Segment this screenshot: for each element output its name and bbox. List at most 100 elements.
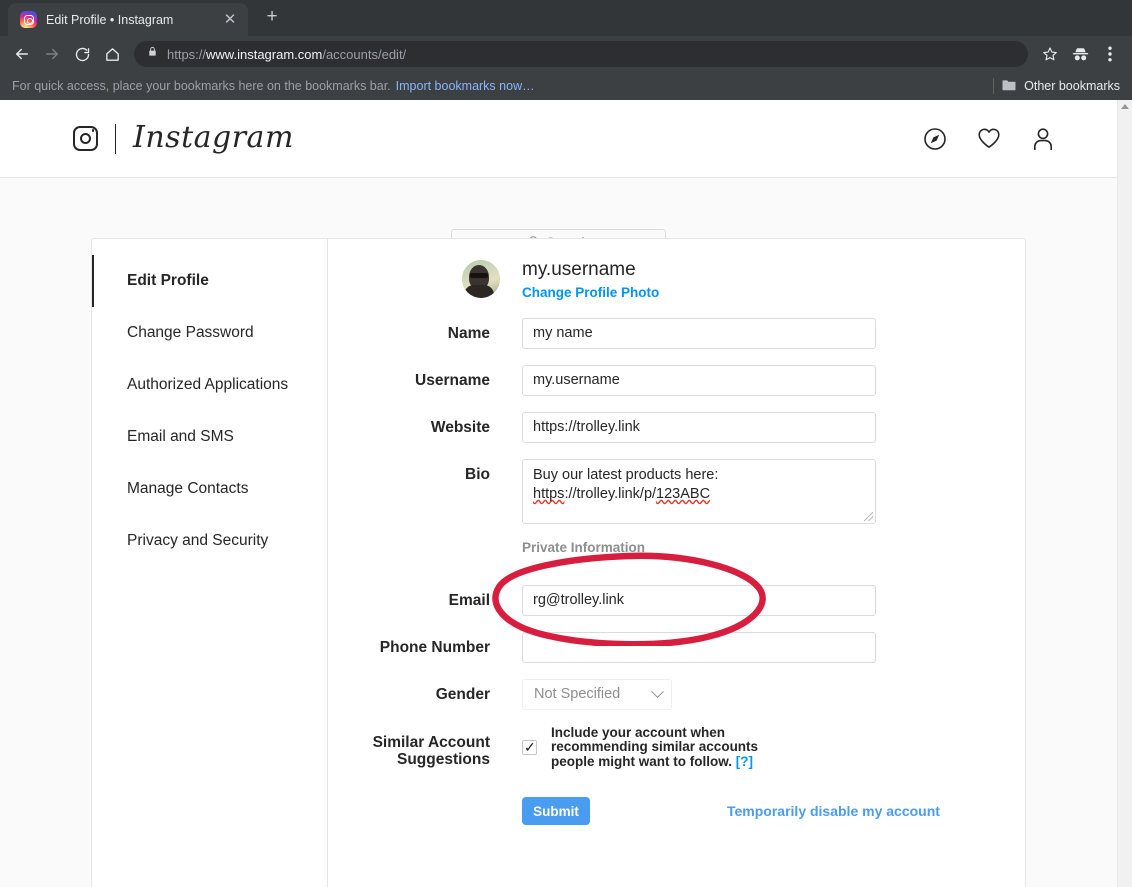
tab-title: Edit Profile • Instagram bbox=[46, 12, 174, 27]
bio-line-1: Buy our latest products here: bbox=[533, 466, 719, 483]
sidebar-item-edit-profile[interactable]: Edit Profile bbox=[92, 255, 327, 307]
import-bookmarks-link[interactable]: Import bookmarks now… bbox=[396, 79, 535, 93]
new-tab-button[interactable]: + bbox=[259, 4, 285, 30]
url-scheme: https:// bbox=[167, 46, 207, 62]
similar-accounts-checkbox[interactable] bbox=[522, 738, 537, 756]
field-row-bio: Bio Buy our latest products here: https:… bbox=[328, 458, 1025, 524]
name-input[interactable]: my name bbox=[522, 317, 876, 349]
url-host: www.instagram.com bbox=[206, 46, 323, 62]
three-dot-menu-icon[interactable] bbox=[1096, 40, 1124, 68]
profile-header: my.username Change Profile Photo bbox=[328, 259, 1025, 300]
page-scrollbar[interactable] bbox=[1117, 100, 1132, 887]
field-row-phone: Phone Number bbox=[328, 631, 1025, 663]
phone-label: Phone Number bbox=[379, 638, 490, 656]
gender-selected-value: Not Specified bbox=[534, 686, 621, 703]
similar-accounts-label-line2: Suggestions bbox=[396, 750, 490, 768]
sidebar-item-label: Edit Profile bbox=[127, 272, 209, 289]
explore-icon[interactable] bbox=[923, 127, 947, 151]
form-actions-row: Submit Temporarily disable my account bbox=[328, 797, 1025, 826]
reload-icon[interactable] bbox=[68, 40, 96, 68]
sidebar-item-change-password[interactable]: Change Password bbox=[92, 307, 327, 359]
browser-window: Edit Profile • Instagram ✕ + https://www… bbox=[0, 0, 1132, 887]
help-link[interactable]: [?] bbox=[736, 754, 753, 769]
toolbar-right-actions bbox=[1036, 40, 1124, 68]
sidebar-item-label: Email and SMS bbox=[127, 428, 234, 445]
phone-input[interactable] bbox=[522, 631, 876, 663]
browser-tab[interactable]: Edit Profile • Instagram ✕ bbox=[8, 3, 248, 36]
email-label: Email bbox=[448, 591, 490, 609]
similar-accounts-control: Include your account when recommending s… bbox=[522, 724, 1025, 770]
home-icon[interactable] bbox=[98, 40, 126, 68]
navbar-actions bbox=[923, 100, 1055, 178]
field-row-similar-accounts: Similar Account Suggestions Include your… bbox=[328, 724, 1025, 770]
other-bookmarks-button[interactable]: Other bookmarks bbox=[1024, 79, 1120, 93]
similar-accounts-description: Include your account when recommending s… bbox=[551, 724, 759, 769]
bookmarks-hint: For quick access, place your bookmarks h… bbox=[12, 79, 391, 93]
website-label: Website bbox=[430, 418, 490, 436]
instagram-logo[interactable]: Instagram bbox=[73, 119, 294, 155]
sidebar-item-email-and-sms[interactable]: Email and SMS bbox=[92, 411, 327, 463]
username-input[interactable]: my.username bbox=[522, 364, 876, 396]
edit-profile-form: my.username Change Profile Photo Name my… bbox=[328, 239, 1025, 887]
bio-url-mid: ://trolley.link/p/ bbox=[564, 485, 657, 502]
incognito-icon[interactable] bbox=[1066, 40, 1094, 68]
profile-person-icon[interactable] bbox=[1031, 127, 1055, 151]
field-row-username: Username my.username bbox=[328, 364, 1025, 396]
similar-accounts-text: Include your account when recommending s… bbox=[551, 724, 781, 770]
avatar-cell bbox=[328, 260, 522, 299]
instagram-navbar: Instagram Search bbox=[0, 100, 1117, 256]
field-row-gender: Gender Not Specified bbox=[328, 678, 1025, 710]
back-arrow-icon[interactable] bbox=[8, 40, 36, 68]
profile-identity: my.username Change Profile Photo bbox=[522, 259, 659, 300]
activity-heart-icon[interactable] bbox=[977, 127, 1001, 151]
field-row-email: Email rg@trolley.link bbox=[328, 584, 1025, 616]
sidebar-item-authorized-applications[interactable]: Authorized Applications bbox=[92, 359, 327, 411]
avatar[interactable] bbox=[462, 260, 500, 299]
settings-card: Edit Profile Change Password Authorized … bbox=[91, 238, 1026, 887]
sidebar-item-label: Manage Contacts bbox=[127, 480, 249, 497]
email-input[interactable]: rg@trolley.link bbox=[522, 584, 876, 616]
resize-grip-icon[interactable] bbox=[864, 511, 873, 521]
close-tab-icon[interactable]: ✕ bbox=[221, 11, 239, 29]
gender-label: Gender bbox=[435, 685, 490, 703]
change-profile-photo-link[interactable]: Change Profile Photo bbox=[522, 285, 659, 300]
temporarily-disable-account-link[interactable]: Temporarily disable my account bbox=[727, 803, 940, 819]
bookmark-star-icon[interactable] bbox=[1036, 40, 1064, 68]
sidebar-item-label: Privacy and Security bbox=[127, 532, 269, 549]
similar-accounts-label-line1: Similar Account bbox=[372, 733, 490, 751]
username-label: Username bbox=[415, 371, 490, 389]
settings-sidebar: Edit Profile Change Password Authorized … bbox=[92, 239, 328, 887]
address-bar[interactable]: https://www.instagram.com/accounts/edit/ bbox=[134, 41, 1028, 67]
bio-textarea[interactable]: Buy our latest products here: https://tr… bbox=[522, 458, 876, 524]
sidebar-item-manage-contacts[interactable]: Manage Contacts bbox=[92, 463, 327, 515]
url-path: /accounts/edit/ bbox=[322, 46, 407, 62]
website-input[interactable]: https://trolley.link bbox=[522, 411, 876, 443]
instagram-page: Instagram Search bbox=[0, 100, 1117, 887]
forward-arrow-icon bbox=[38, 40, 66, 68]
tab-strip: Edit Profile • Instagram ✕ + bbox=[0, 0, 1132, 36]
field-row-website: Website https://trolley.link bbox=[328, 411, 1025, 443]
bio-line-2: https://trolley.link/p/123ABC bbox=[533, 485, 865, 504]
private-information-row: Private Information bbox=[328, 540, 1025, 569]
instagram-wordmark: Instagram bbox=[133, 119, 294, 155]
sidebar-item-label: Change Password bbox=[127, 324, 254, 341]
private-information-note: Private Information bbox=[522, 539, 646, 555]
sidebar-item-privacy-and-security[interactable]: Privacy and Security bbox=[92, 515, 327, 567]
submit-button[interactable]: Submit bbox=[522, 797, 590, 826]
bookmarks-bar: For quick access, place your bookmarks h… bbox=[0, 72, 1132, 100]
logo-divider bbox=[115, 123, 116, 154]
chevron-down-icon bbox=[651, 685, 664, 698]
folder-icon bbox=[1002, 79, 1016, 94]
url-text: https://www.instagram.com/accounts/edit/ bbox=[167, 47, 406, 62]
bio-code: 123ABC bbox=[656, 485, 711, 502]
instagram-favicon-icon bbox=[20, 11, 37, 28]
name-label: Name bbox=[447, 324, 490, 342]
bio-label: Bio bbox=[465, 465, 490, 483]
divider bbox=[993, 78, 995, 94]
similar-accounts-label: Similar Account Suggestions bbox=[328, 726, 522, 768]
browser-toolbar: https://www.instagram.com/accounts/edit/ bbox=[0, 36, 1132, 72]
sidebar-item-label: Authorized Applications bbox=[127, 376, 289, 393]
field-row-name: Name my name bbox=[328, 317, 1025, 349]
gender-select[interactable]: Not Specified bbox=[522, 678, 672, 710]
scroll-up-arrow-icon[interactable] bbox=[1121, 104, 1129, 109]
